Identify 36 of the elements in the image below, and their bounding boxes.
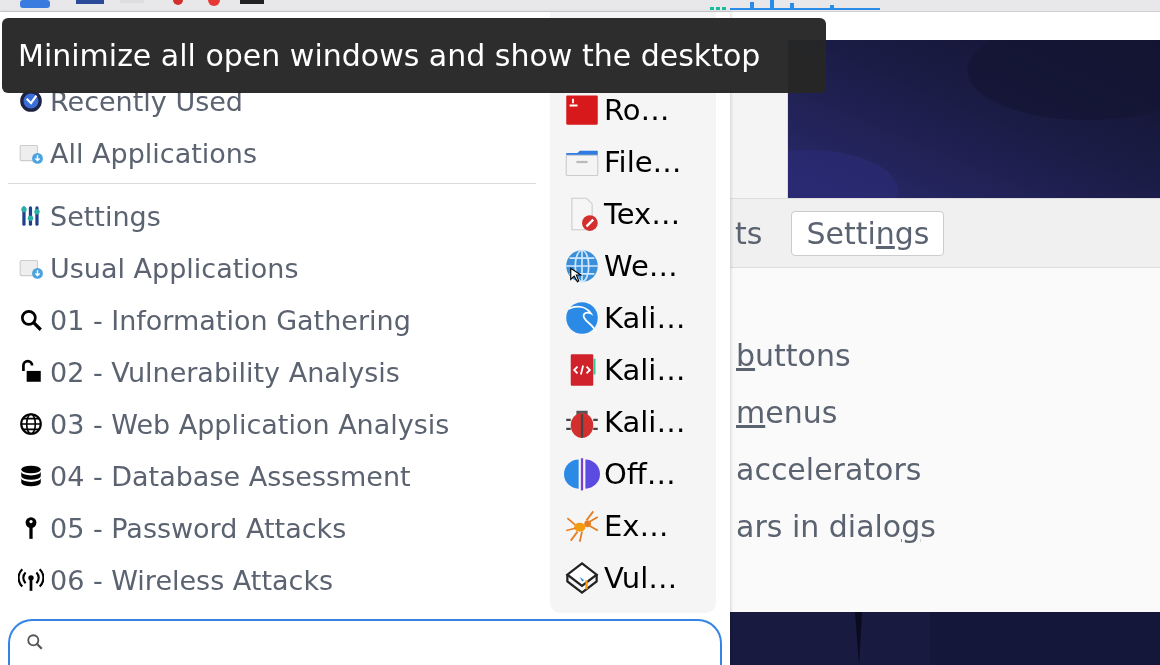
app-item[interactable]: Off… — [550, 448, 716, 500]
app-item[interactable]: Kali… — [550, 292, 716, 344]
app-item[interactable]: File… — [550, 136, 716, 188]
browser-icon — [564, 248, 600, 284]
category-item[interactable]: 05 - Password Attacks — [8, 502, 538, 554]
app-item[interactable]: Kali… — [550, 396, 716, 448]
blade-icon — [564, 456, 600, 492]
category-item[interactable]: All Applications — [8, 127, 538, 179]
category-item[interactable]: 01 - Information Gathering — [8, 294, 538, 346]
app-item[interactable]: Kali… — [550, 344, 716, 396]
antenna-icon — [18, 567, 44, 593]
database-icon — [18, 463, 44, 489]
app-item[interactable]: We… — [550, 240, 716, 292]
spider-icon — [564, 508, 600, 544]
app-item[interactable]: Vul… — [550, 552, 716, 604]
option-label: buttons — [735, 338, 852, 375]
magnifier-icon — [18, 307, 44, 333]
category-item[interactable]: 04 - Database Assessment — [8, 450, 538, 502]
category-item[interactable]: Usual Applications — [8, 242, 538, 294]
globe-icon — [18, 411, 44, 437]
cube-icon — [564, 560, 600, 596]
option-label: menus — [735, 395, 839, 432]
search-field[interactable] — [8, 619, 722, 665]
tooltip: Minimize all open windows and show the desktop — [2, 18, 826, 93]
terminal-icon — [564, 92, 600, 128]
category-item[interactable]: 06 - Wireless Attacks — [8, 554, 538, 606]
app-item[interactable]: Ex… — [550, 500, 716, 552]
tab[interactable]: ts — [720, 210, 778, 256]
category-item[interactable]: Settings — [8, 190, 538, 242]
option-label: ars in dialogs — [735, 509, 937, 546]
category-item[interactable]: 02 - Vulnerability Analysis — [8, 346, 538, 398]
tab[interactable]: Settings — [791, 210, 945, 256]
search-icon — [26, 633, 44, 651]
option-label: accelerators — [735, 452, 923, 489]
app-item[interactable]: Tex… — [550, 188, 716, 240]
category-item[interactable]: 03 - Web Application Analysis — [8, 398, 538, 450]
